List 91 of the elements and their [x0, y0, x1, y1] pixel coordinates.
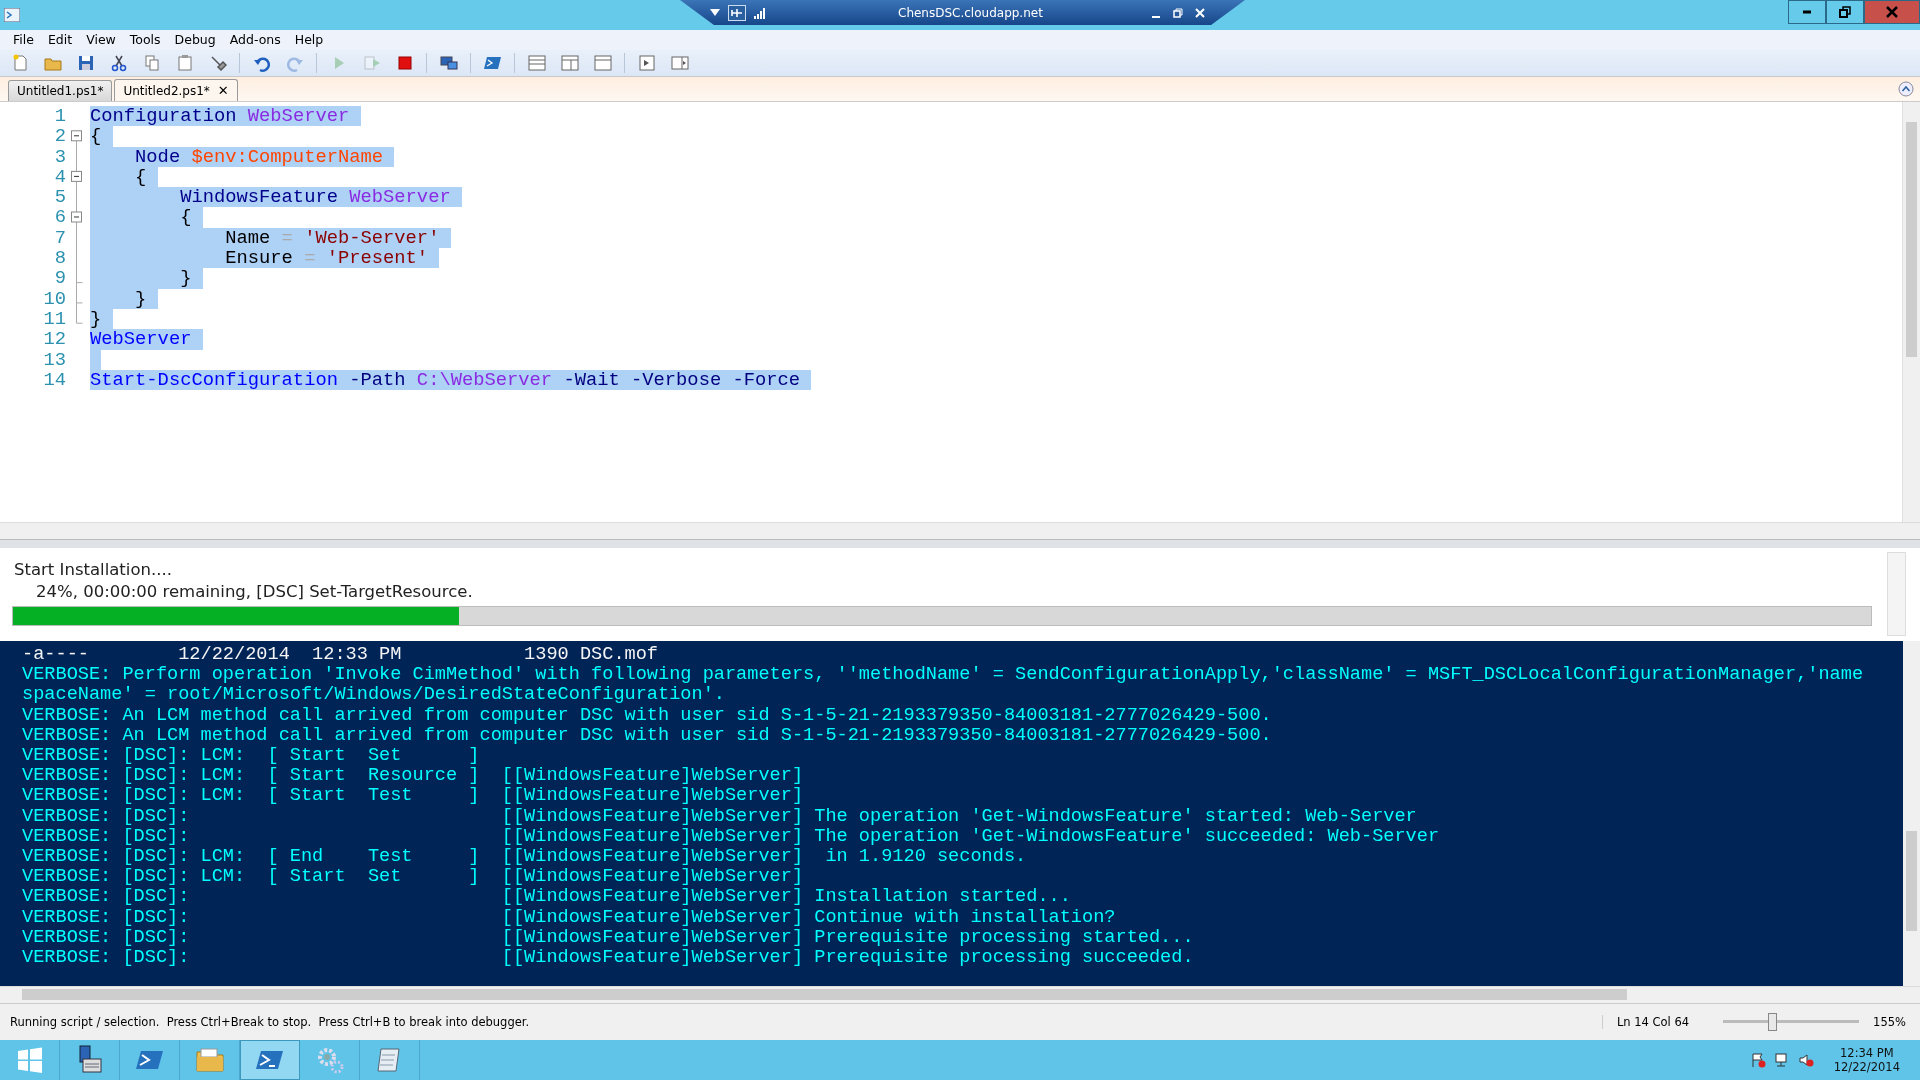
line-number: 4	[53, 166, 67, 188]
collapse-icon[interactable]	[1898, 81, 1914, 97]
speaker-muted-icon[interactable]	[1797, 1052, 1814, 1068]
console-line: VERBOSE: [DSC]: [[WindowsFeature]WebServer] Continue with installation?	[22, 907, 1117, 928]
progress-title: Start Installation....	[14, 560, 172, 579]
line-number: 5	[53, 187, 67, 208]
broom-icon	[208, 54, 227, 72]
menu-item[interactable]: Add-ons	[222, 30, 288, 50]
line-number: 10	[42, 288, 67, 309]
console-line: VERBOSE: [DSC]: LCM: [ Start Set ]	[22, 746, 481, 767]
status-message: Running script / selection. Press Ctrl+Break to stop. Press Ctrl+B to break into debugger.	[10, 1015, 531, 1029]
network-icon[interactable]	[1773, 1052, 1790, 1068]
console-line: VERBOSE: Perform operation 'Invoke CimMethod' with following parameters, ''methodName' = SendConfigurationApply,'className' = MSFT_DSCLocalConfigurationManager,'name	[22, 665, 1865, 686]
connection-title: ChensDSC.cloudapp.net	[898, 5, 1043, 20]
console-line: -a---- 12/22/2014 12:33 PM 1390 DSC.mof	[22, 645, 659, 666]
console-line: VERBOSE: [DSC]: [[WindowsFeature]WebServer] Prerequisite processing succeeded.	[22, 948, 1195, 969]
console-line: VERBOSE: [DSC]: [[WindowsFeature]WebServer] The operation 'Get-WindowsFeature' started: Web-Server	[22, 806, 1418, 827]
undo-icon	[252, 54, 271, 72]
console-line: VERBOSE: [DSC]: [[WindowsFeature]WebServer] Prerequisite processing started...	[22, 927, 1195, 949]
taskbar-button[interactable]	[240, 1040, 300, 1080]
command-pane-icon	[637, 54, 656, 72]
pane-max-icon	[593, 54, 612, 72]
dropdown-icon[interactable]	[710, 8, 720, 17]
redo-icon	[285, 54, 304, 72]
line-number: 11	[42, 308, 67, 330]
line-number: 3	[53, 146, 67, 167]
console-line: VERBOSE: [DSC]: [[WindowsFeature]WebServer] The operation 'Get-WindowsFeature' succeeded: Web-Server	[22, 826, 1441, 848]
menu-item[interactable]: Edit	[40, 30, 80, 50]
file-tab[interactable]: Untitled1.ps1*	[8, 80, 113, 101]
vertical-scrollbar[interactable]	[1903, 641, 1920, 986]
console-line: VERBOSE: [DSC]: [[WindowsFeature]WebServer] Installation started...	[22, 887, 1072, 908]
close-button[interactable]	[1864, 0, 1920, 24]
console-line: spaceName' = root/Microsoft/Windows/DesiredStateConfiguration'.	[22, 685, 726, 706]
pane-top-icon	[527, 54, 546, 72]
pin-icon[interactable]	[728, 4, 746, 21]
powershell-icon	[483, 54, 502, 72]
menu-item[interactable]: Tools	[122, 30, 168, 50]
zoom-level: 155%	[1873, 1015, 1907, 1029]
powershell-icon	[4, 8, 20, 22]
side-pane-icon	[670, 54, 689, 72]
toolbar-button[interactable]	[525, 52, 548, 74]
restore-icon	[1839, 6, 1851, 18]
fold-marker[interactable]	[71, 130, 83, 324]
cursor-position: Ln 14 Col 64	[1601, 1015, 1710, 1029]
clipboard-icon	[175, 54, 194, 72]
vertical-scrollbar[interactable]	[1902, 102, 1920, 522]
line-number: 14	[42, 369, 67, 391]
console-line: VERBOSE: [DSC]: LCM: [ Start Resource ] [[WindowsFeature]WebServer]	[22, 766, 805, 787]
console-line: VERBOSE: [DSC]: LCM: [ End Test ] [[WindowsFeature]WebServer] in 1.9120 seconds.	[22, 847, 1028, 868]
line-number: 12	[42, 329, 67, 350]
scissors-icon	[109, 54, 128, 72]
console-line: VERBOSE: [DSC]: LCM: [ Start Set ] [[WindowsFeature]WebServer]	[22, 867, 805, 888]
fold-marker[interactable]	[71, 211, 83, 284]
menu-item[interactable]: View	[79, 30, 123, 50]
copy-icon	[142, 54, 161, 72]
fold-marker[interactable]	[71, 170, 83, 304]
console-line: VERBOSE: [DSC]: LCM: [ Start Test ] [[WindowsFeature]WebServer]	[22, 786, 805, 807]
file-tab[interactable]: Untitled2.ps1* ✕	[114, 79, 238, 101]
signal-icon	[754, 6, 766, 19]
clock-time: 12:34 PM	[1840, 1046, 1894, 1060]
restore-icon[interactable]	[1173, 7, 1183, 18]
folder-icon	[194, 1045, 225, 1075]
progress-status: 24%, 00:00:00 remaining, [DSC] Set-TargetResource.	[35, 582, 474, 601]
flag-icon[interactable]	[1749, 1052, 1766, 1068]
remote-icon	[439, 54, 458, 72]
line-number: 7	[53, 227, 67, 249]
toolbar-button[interactable]	[558, 52, 581, 74]
run-selection-icon	[362, 54, 381, 72]
close-icon[interactable]	[1195, 7, 1205, 18]
line-number: 2	[53, 126, 67, 147]
minimize-icon	[1802, 10, 1812, 14]
restore-button[interactable]	[1826, 0, 1864, 24]
close-tab-button[interactable]: ✕	[217, 83, 229, 98]
close-icon	[1886, 6, 1898, 18]
save-icon	[76, 54, 95, 72]
vertical-scrollbar[interactable]	[1887, 552, 1906, 636]
menu-item[interactable]: File	[6, 30, 41, 50]
console-line: VERBOSE: An LCM method call arrived from computer DSC with user sid S-1-5-21-2193379350-84003181-2777026429-500.	[22, 705, 1273, 726]
horizontal-scrollbar[interactable]	[0, 522, 1920, 539]
line-number: 6	[53, 207, 67, 228]
menu-item[interactable]: Help	[287, 30, 331, 50]
line-number: 8	[53, 248, 67, 269]
line-number: 1	[53, 106, 67, 127]
line-number: 13	[42, 349, 67, 370]
menu-item[interactable]: Debug	[167, 30, 223, 50]
line-number: 9	[53, 268, 67, 289]
stop-icon	[395, 54, 414, 72]
clock-date: 12/22/2014	[1833, 1060, 1900, 1074]
console-line: VERBOSE: An LCM method call arrived from computer DSC with user sid S-1-5-21-2193379350-84003181-2777026429-500.	[22, 725, 1273, 746]
pane-right-icon	[560, 54, 579, 72]
horizontal-scrollbar[interactable]	[0, 986, 1920, 1003]
